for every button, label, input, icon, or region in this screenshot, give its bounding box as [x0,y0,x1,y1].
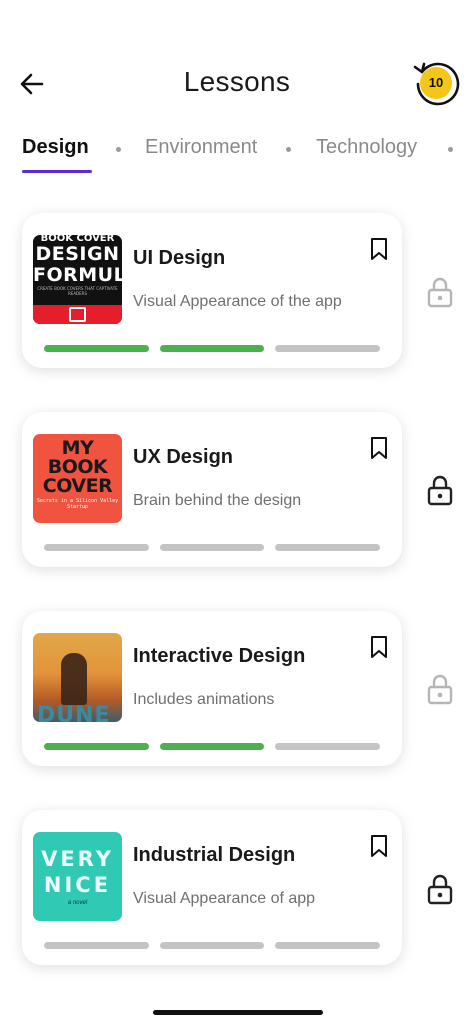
gift-icon [69,307,86,322]
lesson-progress [44,345,381,352]
cover-text: NICE [43,873,112,897]
lesson-progress [44,743,381,750]
lesson-cover-image: VERY NICE a novel [33,832,122,921]
streak-badge[interactable]: 10 [412,58,460,106]
lock-icon [427,277,453,308]
tab-design[interactable]: Design [22,136,89,159]
lesson-card-ui-design[interactable]: BOOK COVER DESIGN FORMULA CREATE BOOK CO… [22,213,402,368]
cover-text: CREATE BOOK COVERS THAT CAPTIVATE READER… [37,286,118,296]
progress-segment [275,942,381,949]
lesson-subtitle: Includes animations [133,691,275,708]
tab-separator-dot [116,147,121,152]
lesson-progress [44,544,381,551]
lesson-title: UI Design [133,247,226,269]
progress-segment [44,942,149,949]
header: Lessons 10 [0,58,474,108]
lesson-title: Interactive Design [133,645,306,667]
progress-segment [44,544,149,551]
lesson-card-interactive-design[interactable]: DUNE Interactive Design Includes animati… [22,611,402,766]
progress-segment [44,345,149,352]
progress-segment [159,743,265,750]
tab-separator-dot [448,147,453,152]
cover-text: COVER [42,475,113,497]
lesson-progress [44,942,381,949]
cover-text: FORMULA [33,264,122,286]
progress-segment [159,345,265,352]
lesson-title: UX Design [133,446,234,468]
lock-icon [427,674,453,705]
lesson-cover-image: BOOK COVER DESIGN FORMULA CREATE BOOK CO… [33,235,122,324]
cover-figure [61,653,87,705]
progress-segment [159,544,265,551]
lesson-card-industrial-design[interactable]: VERY NICE a novel Industrial Design Visu… [22,810,402,965]
lesson-cover-image: MY BOOK COVER Secrets in a Silicon Valle… [33,434,122,523]
lesson-subtitle: Brain behind the design [133,492,302,509]
progress-segment [44,743,149,750]
cover-text: DESIGN [35,243,120,265]
cover-text: DUNE [37,703,111,722]
lesson-title: Industrial Design [133,844,296,866]
progress-segment [159,942,265,949]
active-tab-indicator [22,170,92,173]
category-tabs: Design Environment Technology [0,136,474,176]
lock-icon [427,874,453,905]
cover-text: a novel [67,900,88,906]
tab-separator-dot [286,147,291,152]
lesson-card-ux-design[interactable]: MY BOOK COVER Secrets in a Silicon Valle… [22,412,402,567]
tab-technology[interactable]: Technology [316,136,417,159]
bookmark-icon[interactable] [368,834,390,858]
tab-environment[interactable]: Environment [145,136,257,159]
progress-segment [275,345,381,352]
progress-segment [275,544,381,551]
cover-text: VERY [41,847,114,871]
progress-segment [275,743,381,750]
home-indicator [153,1010,323,1015]
lesson-subtitle: Visual Appearance of app [133,890,316,907]
cover-text: Secrets in a Silicon Valley Startup [36,498,119,510]
bookmark-icon[interactable] [368,635,390,659]
bookmark-icon[interactable] [368,237,390,261]
page-title: Lessons [183,66,291,97]
lesson-subtitle: Visual Appearance of the app [133,293,342,310]
lesson-cover-image: DUNE [33,633,122,722]
bookmark-icon[interactable] [368,436,390,460]
streak-count: 10 [428,75,444,90]
lock-icon [427,475,453,506]
